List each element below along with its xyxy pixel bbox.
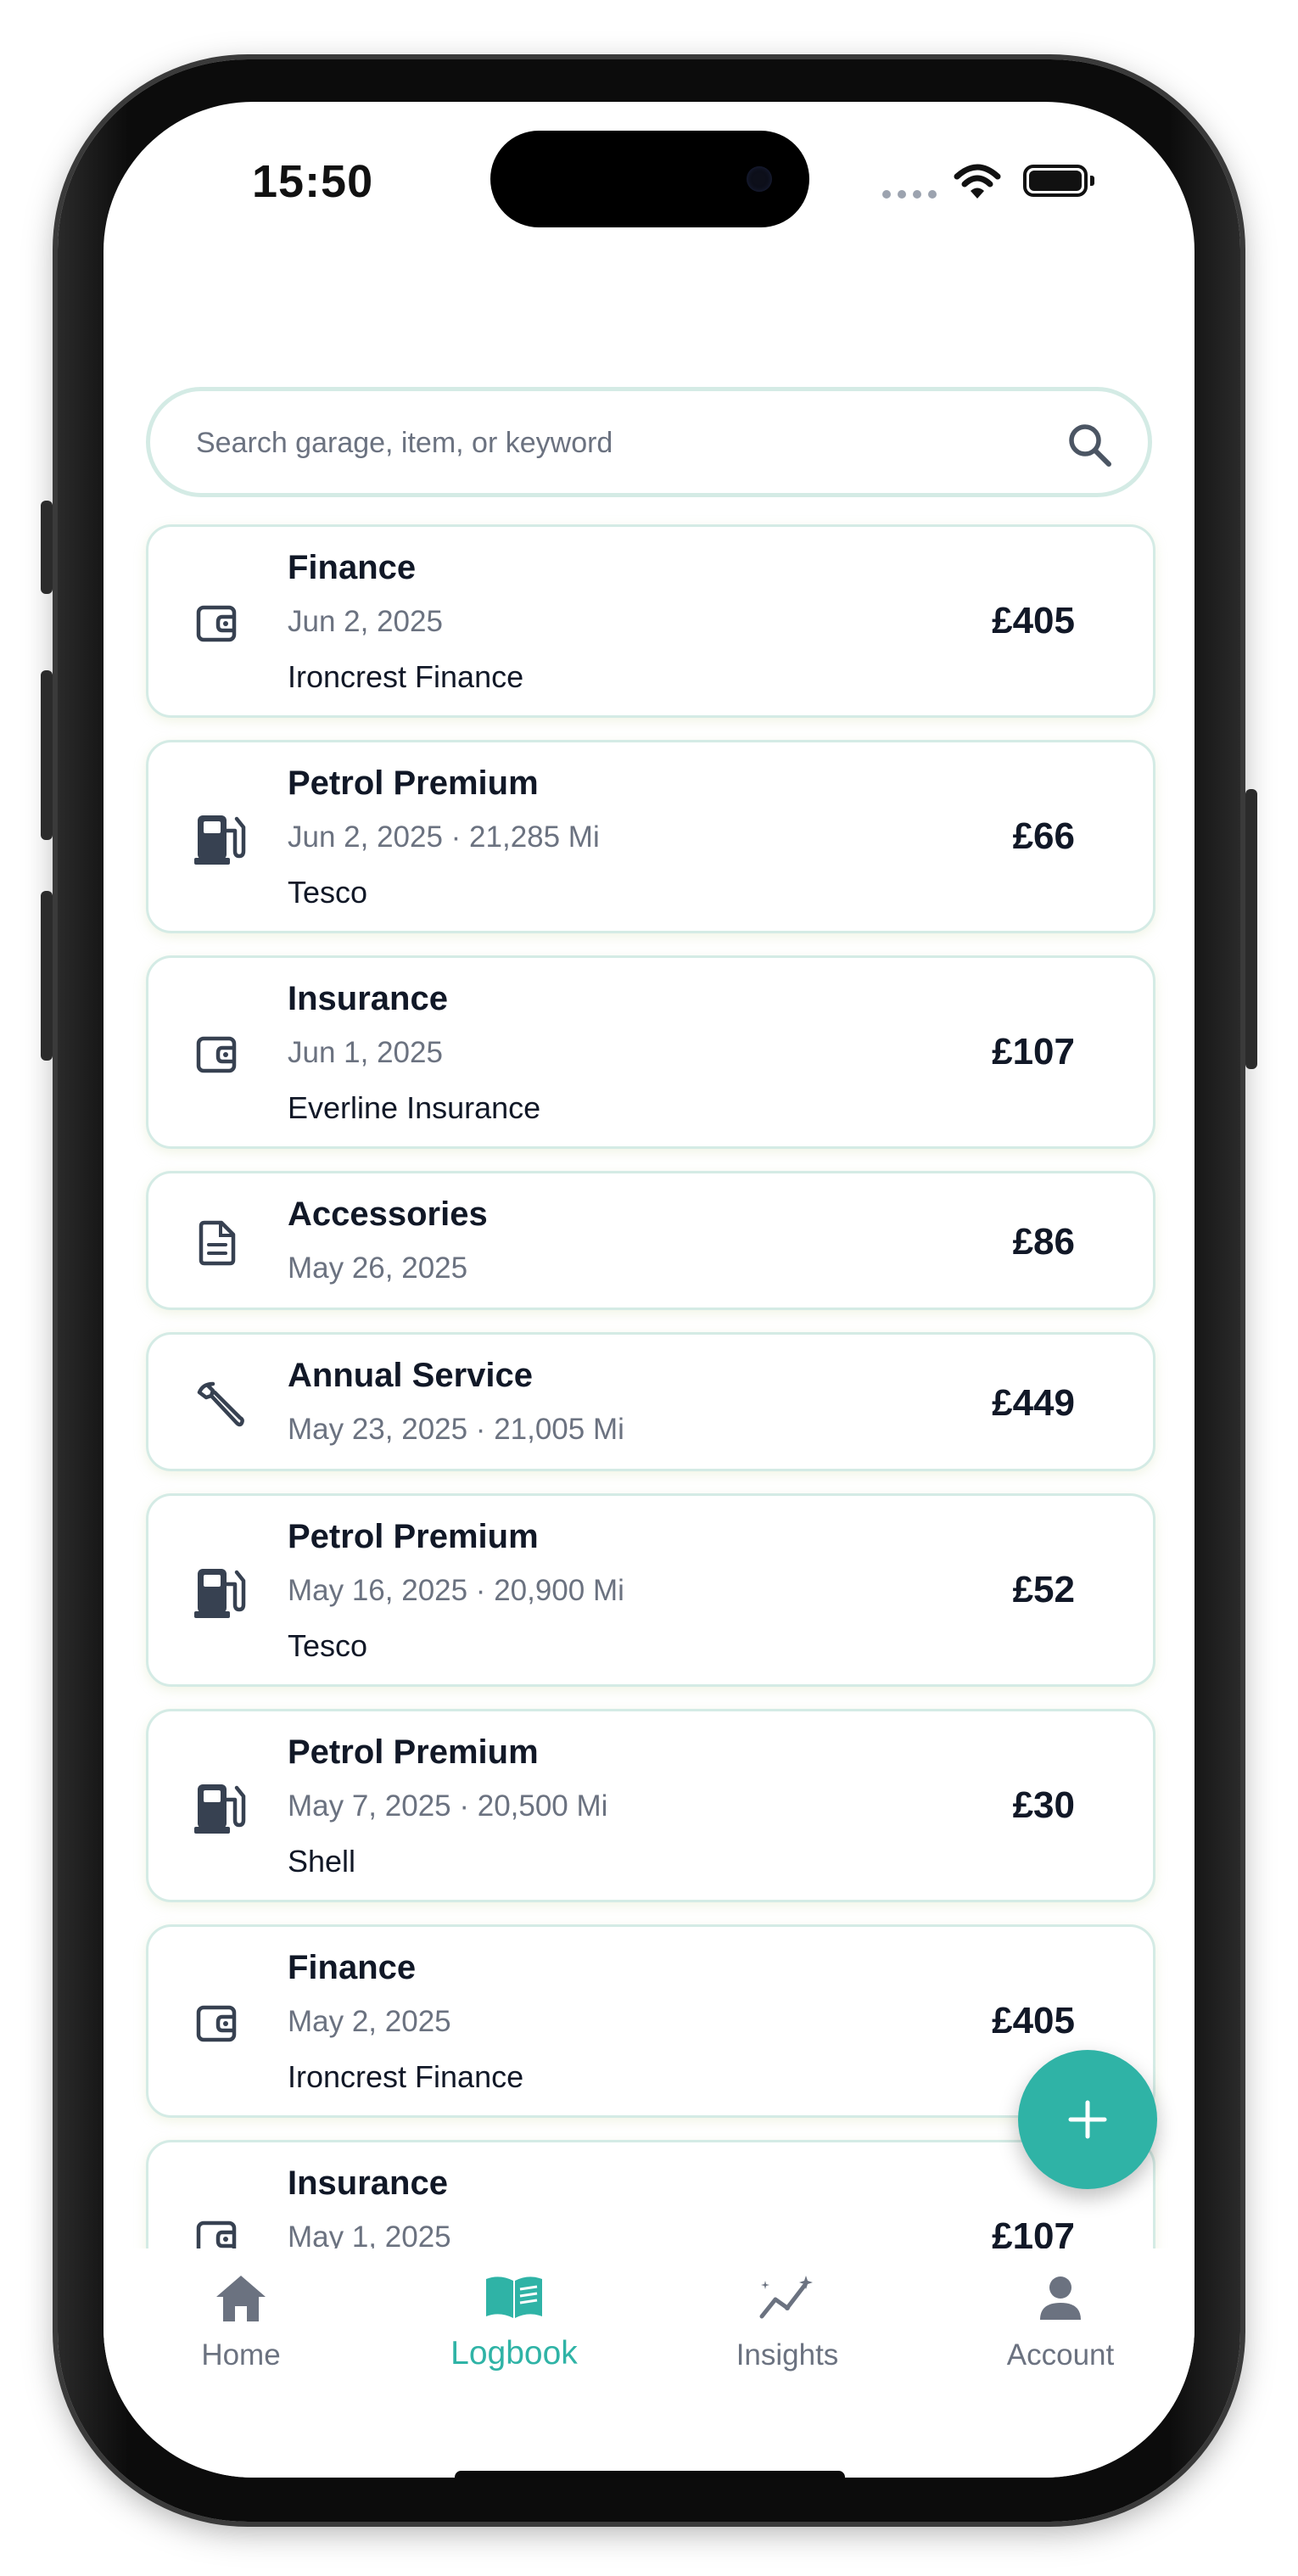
entry-date-mileage: May 16, 2025 · 20,900 Mi — [288, 1574, 624, 1607]
add-entry-button[interactable] — [1018, 2050, 1157, 2189]
entry-amount: £107 — [992, 1031, 1075, 1072]
wallet-icon — [196, 605, 237, 642]
logbook-entry[interactable]: Annual Service May 23, 2025 · 21,005 Mi … — [146, 1332, 1155, 1471]
plus-icon — [1068, 2100, 1107, 2139]
entry-title: Finance — [288, 549, 417, 586]
power-button — [1245, 789, 1257, 1069]
entry-title: Insurance — [288, 2164, 448, 2202]
action-button — [41, 501, 53, 594]
wifi-icon — [954, 164, 1001, 199]
wallet-icon — [196, 2005, 237, 2042]
logbook-entry[interactable]: Insurance Jun 1, 2025 Everline Insurance… — [146, 955, 1155, 1149]
volume-down-button — [41, 891, 53, 1061]
status-time: 15:50 — [252, 156, 374, 207]
entry-title: Petrol Premium — [288, 764, 539, 802]
entry-date: May 26, 2025 — [288, 1252, 468, 1285]
entry-date: Jun 1, 2025 — [288, 1036, 443, 1069]
tab-insights-label: Insights — [736, 2338, 839, 2372]
entry-vendor: Tesco — [288, 1628, 368, 1663]
entry-amount: £52 — [1012, 1569, 1075, 1610]
front-camera — [747, 166, 772, 192]
fuel-pump-icon — [194, 1569, 246, 1618]
fuel-pump-icon — [194, 1784, 246, 1834]
document-icon — [199, 1220, 236, 1266]
entry-date: May 2, 2025 — [288, 2005, 451, 2038]
logbook-entry[interactable]: Accessories May 26, 2025 £86 — [146, 1171, 1155, 1310]
entry-title: Annual Service — [288, 1357, 534, 1394]
logbook-entry[interactable]: Petrol Premium May 16, 2025 · 20,900 Mi … — [146, 1493, 1155, 1687]
tab-account-label: Account — [1006, 2338, 1115, 2372]
entry-title: Petrol Premium — [288, 1733, 539, 1771]
entry-vendor: Shell — [288, 1844, 356, 1879]
volume-up-button — [41, 670, 53, 840]
search-icon[interactable] — [1066, 422, 1114, 469]
fuel-pump-icon — [194, 815, 246, 865]
entry-vendor: Ironcrest Finance — [288, 2059, 524, 2094]
search-input[interactable] — [194, 391, 1046, 495]
home-icon — [216, 2276, 266, 2321]
entry-title: Insurance — [288, 980, 448, 1017]
tab-logbook-label: Logbook — [450, 2335, 578, 2372]
entry-amount: £30 — [1012, 1784, 1075, 1826]
account-icon — [1040, 2276, 1081, 2320]
wallet-icon — [196, 1036, 237, 1073]
wrench-icon — [197, 1381, 244, 1427]
entry-date-mileage: May 7, 2025 · 20,500 Mi — [288, 1789, 608, 1823]
home-indicator[interactable] — [455, 2471, 845, 2478]
cellular-signal-icon — [882, 190, 937, 199]
app-screen: 15:50 Finance Jun 2, 2025 Ironcrest Fi — [104, 102, 1194, 2478]
entry-title: Finance — [288, 1949, 417, 1986]
logbook-icon — [486, 2276, 542, 2318]
entry-date-mileage: Jun 2, 2025 · 21,285 Mi — [288, 820, 600, 854]
tab-home-label: Home — [201, 2338, 281, 2372]
entry-title: Accessories — [288, 1196, 488, 1233]
logbook-entry[interactable]: Finance Jun 2, 2025 Ironcrest Finance £4… — [146, 524, 1155, 718]
entry-vendor: Tesco — [288, 875, 368, 910]
bottom-tab-bar: Home Logbook Insights Account — [104, 2248, 1194, 2478]
logbook-entry[interactable]: Petrol Premium May 7, 2025 · 20,500 Mi S… — [146, 1709, 1155, 1902]
logbook-entry[interactable]: Petrol Premium Jun 2, 2025 · 21,285 Mi T… — [146, 740, 1155, 933]
entry-amount: £449 — [992, 1382, 1075, 1424]
search-bar[interactable] — [146, 387, 1152, 497]
entry-date-mileage: May 23, 2025 · 21,005 Mi — [288, 1413, 624, 1446]
insights-icon — [759, 2276, 813, 2319]
entry-vendor: Everline Insurance — [288, 1090, 541, 1125]
entry-amount: £405 — [992, 2000, 1075, 2041]
entry-amount: £86 — [1012, 1221, 1075, 1263]
dynamic-island — [490, 131, 809, 227]
entry-vendor: Ironcrest Finance — [288, 659, 524, 694]
logbook-entry[interactable]: Finance May 2, 2025 Ironcrest Finance £4… — [146, 1924, 1155, 2118]
battery-icon — [1023, 165, 1094, 197]
entry-amount: £405 — [992, 600, 1075, 641]
entry-date: Jun 2, 2025 — [288, 605, 443, 638]
entry-amount: £66 — [1012, 815, 1075, 857]
entry-title: Petrol Premium — [288, 1518, 539, 1555]
